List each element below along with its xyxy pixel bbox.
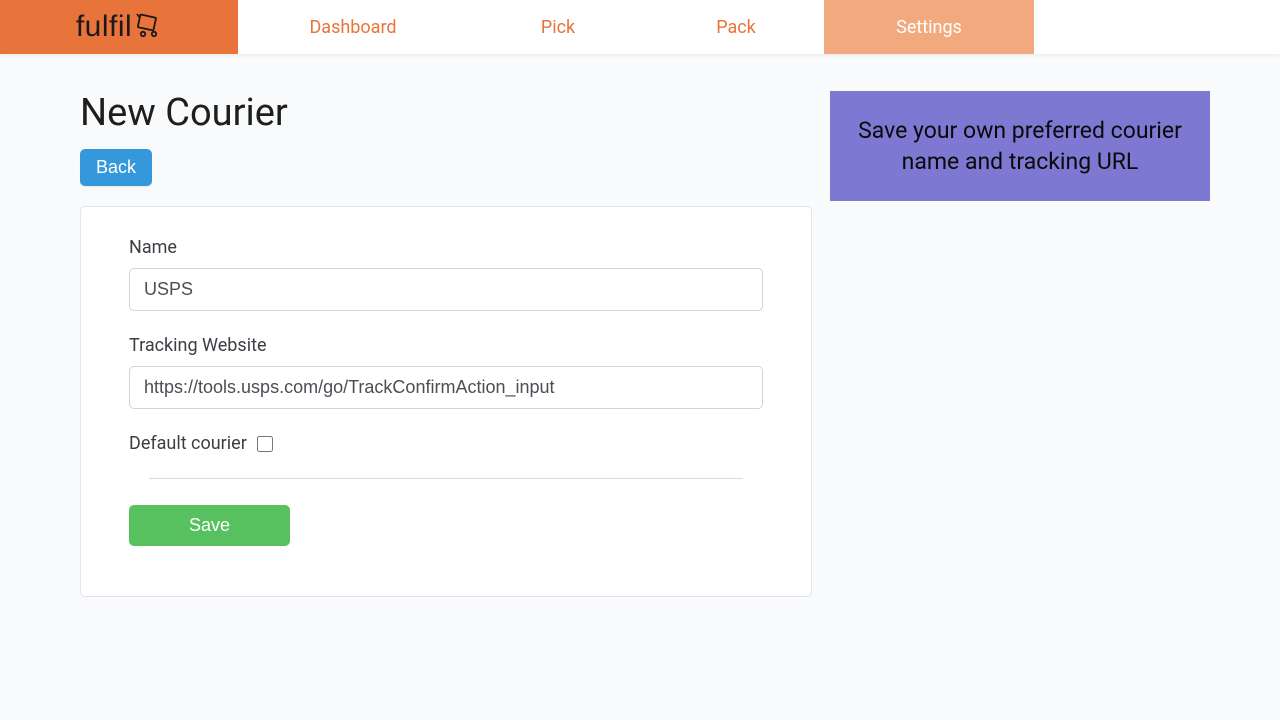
main-column: New Courier Back Name Tracking Website D…	[80, 91, 812, 597]
nav-settings[interactable]: Settings	[824, 0, 1034, 54]
nav-dashboard[interactable]: Dashboard	[238, 0, 468, 54]
info-text: Save your own preferred courier name and…	[858, 117, 1182, 175]
name-label: Name	[129, 237, 763, 258]
cart-icon	[134, 12, 162, 46]
info-callout: Save your own preferred courier name and…	[830, 91, 1210, 201]
logo-block[interactable]: fulfil	[0, 0, 238, 54]
logo: fulfil	[76, 10, 162, 44]
form-divider	[149, 478, 743, 479]
save-button[interactable]: Save	[129, 505, 290, 546]
tracking-input[interactable]	[129, 366, 763, 409]
name-input[interactable]	[129, 268, 763, 311]
nav-pack[interactable]: Pack	[648, 0, 824, 54]
tracking-label: Tracking Website	[129, 335, 763, 356]
page-body: New Courier Back Name Tracking Website D…	[0, 55, 1280, 597]
back-button[interactable]: Back	[80, 149, 152, 186]
default-courier-row: Default courier	[129, 433, 763, 454]
page-title: New Courier	[80, 91, 812, 135]
logo-text: fulfil	[76, 10, 132, 44]
default-courier-label: Default courier	[129, 433, 247, 454]
nav-pick[interactable]: Pick	[468, 0, 648, 54]
form-card: Name Tracking Website Default courier Sa…	[80, 206, 812, 597]
top-nav: fulfil Dashboard Pick Pack Settings	[0, 0, 1280, 55]
default-courier-checkbox[interactable]	[257, 436, 273, 452]
